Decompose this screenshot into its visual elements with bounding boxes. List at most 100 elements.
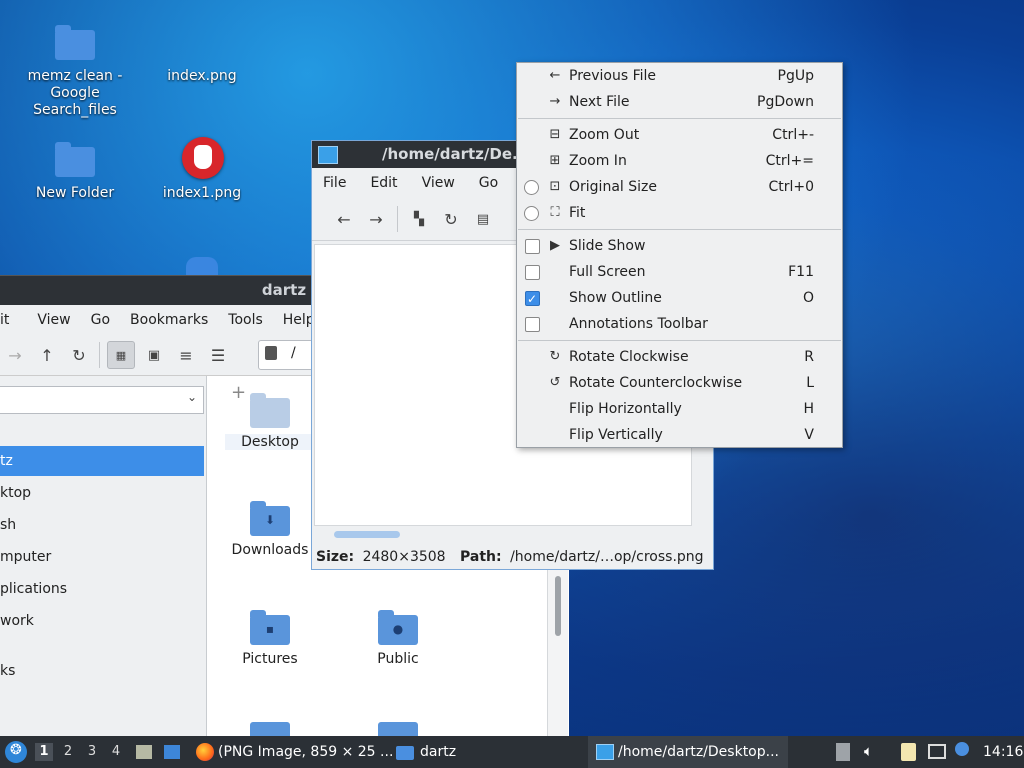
workspace-3[interactable]: 3: [83, 743, 101, 761]
workspace-2[interactable]: 2: [59, 743, 77, 761]
menu-item-zoom-in[interactable]: ⊞ Zoom In Ctrl+=: [517, 148, 842, 174]
menu-item-annotations-toolbar[interactable]: Annotations Toolbar: [517, 311, 842, 337]
fit-icon: ⛶: [550, 205, 560, 220]
menu-view[interactable]: View: [422, 175, 455, 191]
previous-button[interactable]: ←: [331, 206, 357, 232]
reload-button[interactable]: ↻: [66, 342, 92, 368]
path-value: /home/dartz/…op/cross.png: [510, 549, 704, 565]
checkbox[interactable]: [525, 265, 540, 280]
sidebar-item-desktop[interactable]: ktop: [0, 478, 204, 508]
sidebar-mode-select[interactable]: ⌄: [0, 386, 204, 414]
reload-button[interactable]: ↻: [438, 206, 464, 232]
menu-item-zoom-out[interactable]: ⊟ Zoom Out Ctrl+-: [517, 122, 842, 148]
partial-desktop-icon: [186, 257, 218, 275]
menu-item-rotate-counterclockwise[interactable]: ↺ Rotate Counterclockwise L: [517, 370, 842, 396]
task-file-manager[interactable]: dartz: [420, 736, 456, 768]
menu-file[interactable]: File: [323, 175, 346, 191]
compact-view-button[interactable]: ≡: [173, 342, 199, 368]
menu-item-next-file[interactable]: → Next File PgDown: [517, 89, 842, 115]
path-text: /: [291, 345, 296, 361]
radio-button[interactable]: [524, 206, 539, 221]
menu-item-shortcut: Ctrl+=: [765, 153, 814, 169]
menu-go[interactable]: Go: [91, 312, 110, 328]
sidebar-item-home[interactable]: tz: [0, 446, 204, 476]
folder-item-desktop[interactable]: Desktop: [225, 392, 315, 450]
menu-item-flip-vertically[interactable]: Flip Vertically V: [517, 422, 842, 448]
arrow-left-icon: ←: [337, 209, 351, 229]
thumbnail-view-button[interactable]: ▣: [141, 342, 167, 368]
workspace-1[interactable]: 1: [35, 743, 53, 761]
firefox-icon[interactable]: [196, 743, 214, 761]
sidebar-item-trash[interactable]: sh: [0, 510, 204, 540]
menu-item-label: Full Screen: [569, 264, 646, 280]
network-icon[interactable]: [928, 744, 946, 759]
menu-item-label: Flip Horizontally: [569, 401, 682, 417]
desktop-icon-memz-folder[interactable]: memz clean - Google Search_files: [20, 24, 130, 119]
volume-icon[interactable]: 🔈︎: [864, 742, 873, 760]
checkbox-checked[interactable]: [525, 286, 540, 312]
sidebar-item-computer[interactable]: mputer: [0, 542, 204, 572]
detail-list-icon: ☰: [210, 345, 226, 365]
taskbar: ❂ 1 2 3 4 (PNG Image, 859 × 25 ... dartz…: [0, 736, 1024, 768]
image-viewer-statusbar: Size: 2480×3508 Path: /home/dartz/…op/cr…: [316, 549, 704, 565]
menu-edit[interactable]: it: [0, 312, 9, 328]
open-button[interactable]: ▚: [406, 206, 432, 232]
zoom-in-icon: ⊞: [549, 153, 561, 168]
folder-label: Public: [377, 651, 419, 667]
tray-scroll-icon[interactable]: [836, 743, 850, 761]
folder-item-downloads[interactable]: ⬇ Downloads: [225, 500, 315, 558]
stop-hand-icon: [182, 137, 224, 179]
workspace-4[interactable]: 4: [107, 743, 125, 761]
horizontal-scrollbar-thumb[interactable]: [334, 531, 400, 538]
menu-edit[interactable]: Edit: [370, 175, 397, 191]
task-image-viewer[interactable]: /home/dartz/Desktop...: [588, 736, 788, 768]
menu-item-show-outline[interactable]: Show Outline O: [517, 285, 842, 312]
desktop-icon-index1-png[interactable]: index1.png: [147, 137, 257, 202]
checkbox[interactable]: [525, 239, 540, 254]
menu-view[interactable]: View: [37, 312, 70, 328]
menu-item-flip-horizontally[interactable]: Flip Horizontally H: [517, 396, 842, 422]
notification-icon[interactable]: [955, 742, 969, 756]
menu-item-rotate-clockwise[interactable]: ↻ Rotate Clockwise R: [517, 344, 842, 370]
checkbox[interactable]: [525, 317, 540, 332]
menu-bookmarks[interactable]: Bookmarks: [130, 312, 208, 328]
sidebar-item-bookmarks[interactable]: ks: [0, 656, 204, 686]
menu-go[interactable]: Go: [479, 175, 498, 191]
next-button[interactable]: →: [363, 206, 389, 232]
task-firefox[interactable]: (PNG Image, 859 × 25 ...: [218, 736, 393, 768]
rotate-ccw-icon: ↺: [549, 375, 561, 390]
folder-icon: [250, 392, 290, 428]
up-button[interactable]: ↑: [34, 342, 60, 368]
radio-button[interactable]: [524, 180, 539, 195]
save-button[interactable]: ▤: [470, 206, 496, 232]
folder-item-public[interactable]: ● Public: [353, 609, 443, 667]
start-menu-button[interactable]: ❂: [5, 741, 27, 763]
desktop-icon-index-png[interactable]: index.png: [147, 24, 257, 85]
open-file-icon: ▚: [414, 211, 424, 227]
menu-item-previous-file[interactable]: ← Previous File PgUp: [517, 63, 842, 89]
menu-help[interactable]: Help: [283, 312, 315, 328]
arrow-right-icon: →: [369, 209, 383, 229]
list-icon: ≡: [179, 345, 193, 365]
menu-item-full-screen[interactable]: Full Screen F11: [517, 259, 842, 285]
menu-item-slide-show[interactable]: ▶ Slide Show: [517, 233, 842, 259]
folder-item-pictures[interactable]: ▪ Pictures: [225, 609, 315, 667]
chevron-down-icon: ⌄: [186, 390, 197, 404]
menu-item-label: Original Size: [569, 179, 657, 195]
menu-tools[interactable]: Tools: [228, 312, 263, 328]
desktop-icon-new-folder[interactable]: New Folder: [20, 141, 130, 202]
clipboard-icon[interactable]: [901, 743, 916, 761]
menu-item-shortcut: PgDown: [757, 94, 814, 110]
menu-item-original-size[interactable]: ⊡ Original Size Ctrl+0: [517, 174, 842, 200]
sidebar-item-applications[interactable]: plications: [0, 574, 204, 604]
file-manager-launcher-icon[interactable]: [136, 745, 152, 759]
scrollbar-thumb[interactable]: [555, 576, 561, 636]
icon-view-button[interactable]: ▦: [107, 341, 135, 369]
folder-icon: [396, 746, 414, 760]
show-desktop-icon[interactable]: [164, 745, 180, 759]
forward-button[interactable]: →: [2, 342, 28, 368]
sidebar-item-network[interactable]: work: [0, 606, 204, 636]
public-folder-icon: ●: [378, 609, 418, 645]
menu-item-fit[interactable]: ⛶ Fit: [517, 200, 842, 226]
detail-view-button[interactable]: ☰: [205, 342, 231, 368]
